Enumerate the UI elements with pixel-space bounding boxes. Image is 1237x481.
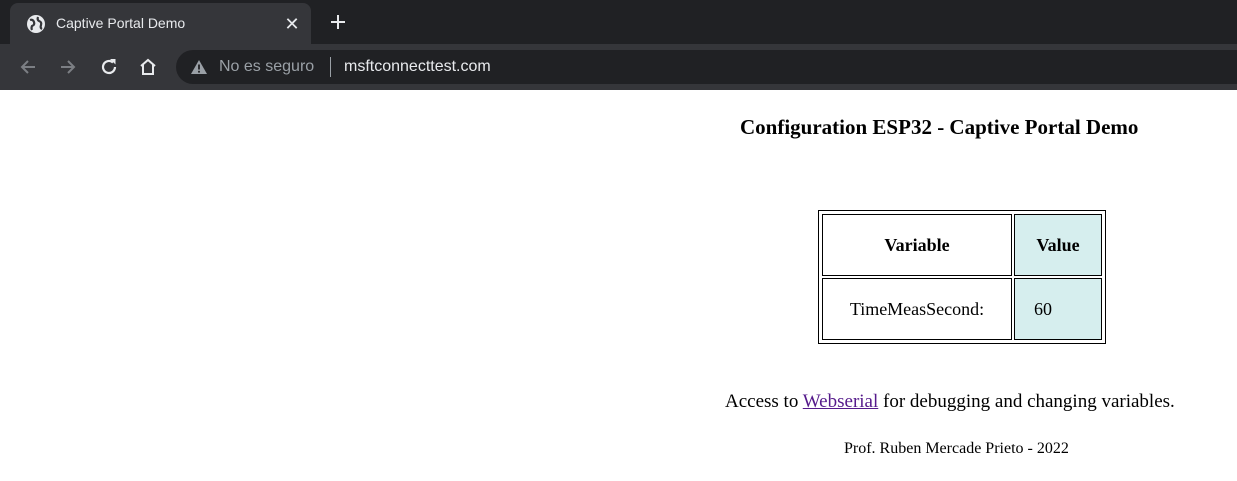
- variable-cell: TimeMeasSecond:: [822, 278, 1012, 340]
- arrow-right-icon[interactable]: [56, 55, 80, 79]
- access-line: Access to Webserial for debugging and ch…: [725, 390, 1175, 414]
- footer-credit: Prof. Ruben Mercade Prieto - 2022: [844, 440, 1069, 457]
- table-row: TimeMeasSecond: 60: [822, 278, 1102, 340]
- table-header-row: Variable Value: [822, 214, 1102, 276]
- address-bar[interactable]: No es seguro msftconnecttest.com: [176, 50, 1237, 84]
- variable-header: Variable: [822, 214, 1012, 276]
- browser-toolbar: No es seguro msftconnecttest.com: [0, 44, 1237, 90]
- security-status[interactable]: No es seguro: [219, 57, 314, 77]
- tab-strip: Captive Portal Demo ✕: [0, 0, 1237, 44]
- access-prefix: Access to: [725, 391, 799, 412]
- omnibox-divider: [330, 57, 331, 77]
- access-suffix: for debugging and changing variables.: [883, 391, 1175, 412]
- page-content: Configuration ESP32 - Captive Portal Dem…: [0, 90, 1237, 481]
- page-title: Configuration ESP32 - Captive Portal Dem…: [740, 115, 1139, 139]
- url-text[interactable]: msftconnecttest.com: [344, 57, 491, 77]
- tab-title: Captive Portal Demo: [56, 15, 186, 31]
- close-icon[interactable]: ✕: [282, 14, 302, 34]
- plus-icon[interactable]: [326, 10, 350, 34]
- value-header: Value: [1014, 214, 1102, 276]
- value-cell: 60: [1014, 278, 1102, 340]
- warning-icon[interactable]: [190, 59, 208, 75]
- config-table: Variable Value TimeMeasSecond: 60: [818, 210, 1106, 344]
- reload-icon[interactable]: [97, 55, 121, 79]
- globe-icon: [27, 15, 45, 33]
- browser-tab[interactable]: Captive Portal Demo ✕: [10, 3, 311, 44]
- webserial-link[interactable]: Webserial: [803, 391, 879, 412]
- home-icon[interactable]: [136, 55, 160, 79]
- arrow-left-icon[interactable]: [16, 55, 40, 79]
